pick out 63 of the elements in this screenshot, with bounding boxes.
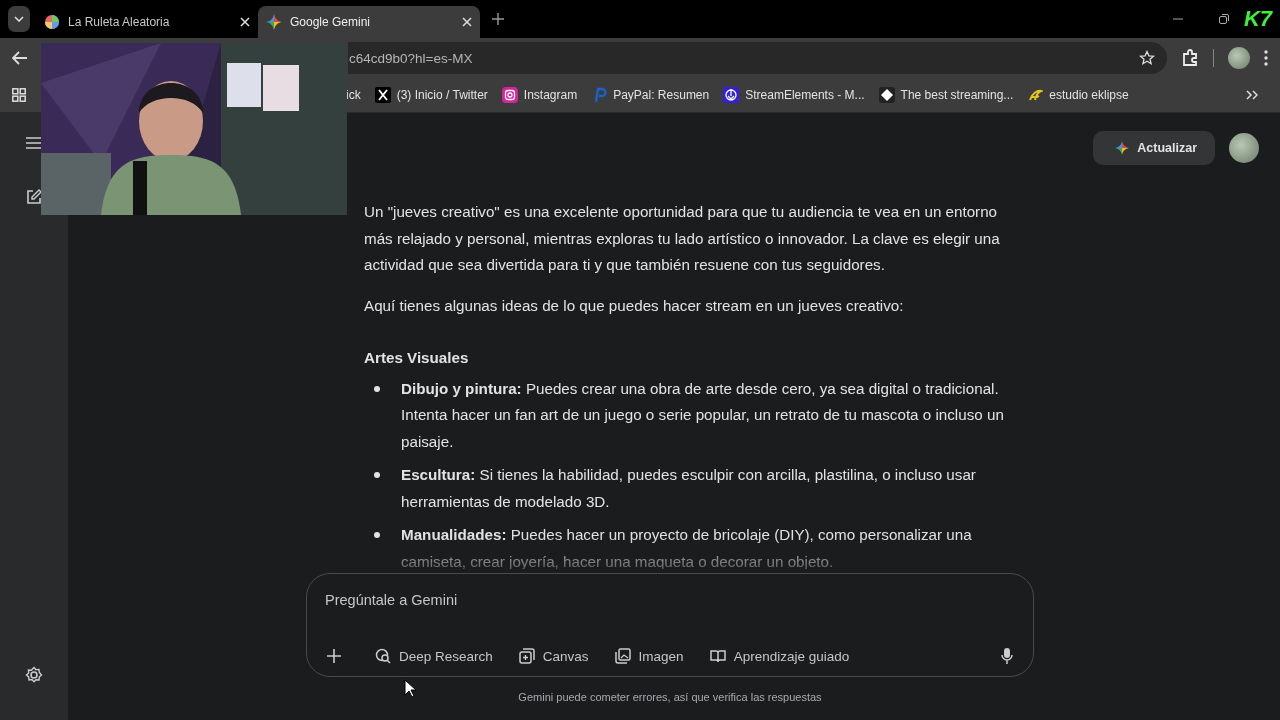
response-paragraph: Un "jueves creativo" es una excelente oportunidad para que tu audiencia te vea en un entorno más relajado y personal, mientras exploras tu lado artístico o innovador. La clave es elegir una actividad que sea divertida para ti y que también resuene con tus seguidores.: [364, 202, 1001, 275]
open-book-icon: [709, 648, 726, 664]
sparkle-icon: [1115, 141, 1130, 155]
bullet-dot-icon: [374, 532, 380, 538]
profile-avatar[interactable]: [1229, 133, 1259, 163]
chevron-down-icon: [14, 16, 24, 22]
puzzle-icon[interactable]: [1181, 49, 1199, 67]
wheel-icon: [44, 14, 60, 30]
bullet-dot-icon: [374, 472, 380, 478]
tool-button[interactable]: Aprendizaje guiado: [709, 648, 850, 664]
x-logo-icon: [374, 87, 391, 103]
profile-avatar[interactable]: [1228, 47, 1250, 69]
close-icon[interactable]: [462, 17, 472, 27]
bookmark[interactable]: StreamElements - M...: [723, 87, 865, 103]
microphone-icon[interactable]: [1001, 648, 1013, 664]
upgrade-button[interactable]: Actualizar: [1093, 131, 1215, 165]
bookmark[interactable]: Instagram: [501, 87, 578, 103]
list-item-text: Manualidades: Puedes hacer un proyecto de bricolaje (DIY), como personalizar una camiseta, crear joyería, hacer una maqueta o decorar un objeto.: [401, 525, 973, 569]
tab-search-button[interactable]: [8, 6, 30, 32]
mouse-cursor-icon: [404, 679, 416, 698]
new-tab-icon[interactable]: [492, 13, 504, 25]
browser-tab[interactable]: La Ruleta Aleatoria: [36, 6, 258, 38]
edit-icon[interactable]: [26, 189, 42, 205]
target-icon: [723, 87, 740, 103]
settings-icon[interactable]: [25, 666, 43, 684]
restore-icon[interactable]: [1217, 13, 1230, 25]
back-arrow-icon[interactable]: [12, 51, 28, 65]
layers-plus-icon: [518, 648, 535, 664]
menu-icon[interactable]: [26, 137, 42, 149]
prompt-placeholder: Pregúntale a Gemini: [325, 592, 459, 608]
disclaimer-text: Gemini puede cometer errores, así que verifica las respuestas: [518, 690, 822, 705]
bookmark[interactable]: The best streaming...: [878, 87, 1014, 103]
address-bar[interactable]: c64cd9b0?hl=es-MX: [348, 42, 1167, 74]
url-text: c64cd9b0?hl=es-MX: [349, 50, 474, 66]
tool-button[interactable]: Canvas: [518, 648, 589, 664]
close-icon[interactable]: [240, 17, 250, 27]
image-stack-icon: [614, 648, 631, 664]
list-item-text: Escultura: Si tienes la habilidad, puedes esculpir con arcilla, plastilina, o incluso usar herramientas de modelado 3D.: [401, 465, 977, 512]
tool-button[interactable]: Deep Research: [375, 648, 493, 664]
globe-search-icon: [375, 648, 391, 664]
bookmark[interactable]: ick: [346, 88, 361, 102]
bullet-dot-icon: [374, 385, 380, 392]
apps-grid-icon[interactable]: [12, 88, 26, 102]
diamond-icon: [878, 87, 895, 103]
overlay-logo: K7: [1243, 6, 1272, 32]
more-icon[interactable]: [1264, 50, 1268, 66]
browser-tab[interactable]: Google Gemini: [258, 6, 480, 38]
tool-button[interactable]: Imagen: [614, 648, 684, 664]
prompt-box[interactable]: Pregúntale a Gemini Deep Research Canvas Imagen Aprendizaje guiado: [306, 573, 1034, 677]
swirl-icon: [1027, 87, 1044, 103]
bookmark[interactable]: estudio eklipse: [1027, 87, 1129, 103]
camera-icon: [501, 87, 518, 103]
sparkle-icon: [266, 14, 282, 30]
chevrons-right-icon[interactable]: [1246, 90, 1258, 100]
bookmark[interactable]: (3) Inicio / Twitter: [374, 87, 488, 103]
list-item-text: Dibujo y pintura: Puedes crear una obra de arte desde cero, ya sea digital o tradicional. Intenta hacer un fan art de un juego o serie popular, un retrato de tu mascota o incluso un paisaje.: [401, 378, 1005, 452]
tab-title: Google Gemini: [290, 15, 372, 29]
bookmark[interactable]: PayPal: Resumen: [591, 87, 710, 103]
plus-icon[interactable]: [327, 649, 341, 663]
tab-title: La Ruleta Aleatoria: [68, 15, 171, 29]
section-heading: Artes Visuales: [364, 348, 470, 368]
response-paragraph: Aquí tienes algunas ideas de lo que puedes hacer stream en un jueves creativo:: [364, 295, 905, 316]
star-icon[interactable]: [1139, 50, 1155, 66]
